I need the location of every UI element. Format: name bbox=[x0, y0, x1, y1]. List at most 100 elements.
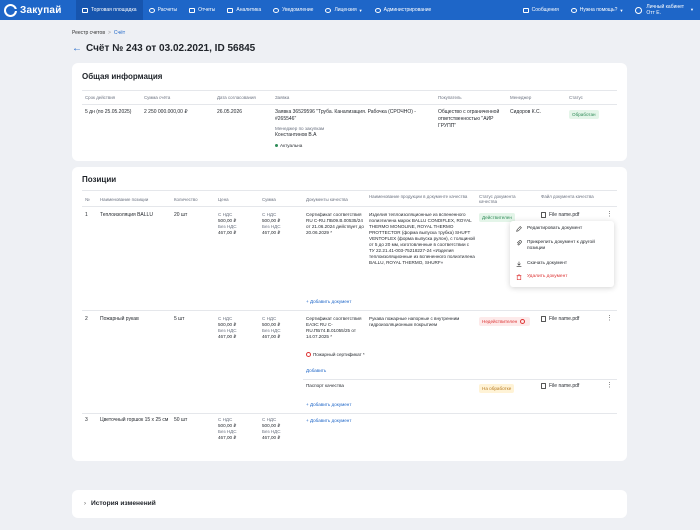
nav-item-marketplace[interactable]: Торговая площадка bbox=[76, 0, 143, 20]
term-value: 5 дн (по 25.05.2025) bbox=[85, 109, 132, 115]
menu-item-download[interactable]: Скачать документ bbox=[516, 261, 610, 267]
page-title: Счёт № 243 от 03.02.2021, ID 56845 bbox=[86, 43, 256, 54]
chevron-down-icon: ▼ bbox=[690, 7, 694, 12]
history-toggle[interactable]: › История изменений bbox=[84, 500, 156, 507]
menu-label: Редактировать документ bbox=[527, 226, 583, 231]
file-name: File name.pdf bbox=[549, 383, 580, 389]
reports-icon bbox=[189, 7, 196, 13]
breadcrumb-current[interactable]: Счёт bbox=[114, 30, 125, 36]
nav-item-license[interactable]: Лицензия ▼ bbox=[319, 0, 368, 20]
doc-status-badge: Действителен bbox=[479, 213, 515, 222]
nav-label: Торговая площадка bbox=[91, 7, 137, 13]
header-file: Файл документа качества bbox=[541, 194, 594, 199]
breadcrumb-root[interactable]: Реестр счетов bbox=[72, 30, 105, 36]
header-status: Статус bbox=[569, 95, 583, 100]
menu-item-delete[interactable]: Удалить документ bbox=[516, 274, 610, 280]
divider bbox=[82, 190, 617, 191]
row-name: Пожарный рукав bbox=[100, 316, 139, 322]
manager-value: Сидоров К.С. bbox=[510, 109, 542, 115]
positions-title: Позиции bbox=[82, 175, 117, 184]
file-link[interactable]: File name.pdf bbox=[541, 383, 579, 389]
more-icon[interactable]: ⋮ bbox=[606, 382, 613, 389]
nav-label: Уведомление bbox=[282, 7, 314, 13]
nav-item-admin[interactable]: Администрирование bbox=[369, 0, 438, 20]
row-doc: Сертификат соответствия RU С-RU.ПБ09.В.0… bbox=[306, 212, 364, 235]
doc-status-label: Недействителен bbox=[482, 319, 518, 324]
nav-label: Расчеты bbox=[157, 7, 178, 13]
file-link[interactable]: File name.pdf bbox=[541, 316, 579, 322]
nav-item-analytics[interactable]: Аналитика bbox=[221, 0, 267, 20]
file-icon bbox=[541, 316, 546, 322]
general-info-card: Общая информация Срок действия Сумма счё… bbox=[72, 63, 627, 161]
user-icon bbox=[635, 6, 643, 14]
nav-label: Отчеты bbox=[198, 7, 216, 13]
row-sum: С НДС 500,00 ₽ Без НДС 467,00 ₽ bbox=[262, 316, 302, 340]
help-link[interactable]: Нужна помощь? ▼ bbox=[565, 0, 630, 20]
general-info-title: Общая информация bbox=[82, 72, 163, 81]
add-doc-label: Добавить документ bbox=[309, 299, 352, 304]
license-icon bbox=[325, 7, 332, 13]
menu-item-attach[interactable]: Прикрепить документ к другой позиции bbox=[516, 240, 610, 252]
account-menu[interactable]: Личный кабинет Отт Е. ▼ bbox=[629, 4, 700, 16]
nav-item-reports[interactable]: Отчеты bbox=[183, 0, 221, 20]
header-num: № bbox=[85, 197, 90, 202]
logo[interactable]: Закупай bbox=[0, 0, 76, 20]
add-doc-label: Добавить документ bbox=[309, 418, 352, 423]
add-doc-link[interactable]: + Добавить документ bbox=[306, 418, 351, 424]
admin-icon bbox=[374, 7, 381, 13]
add-doc-link[interactable]: + Добавить документ bbox=[306, 402, 351, 408]
missing-doc: Пожарный сертификат * bbox=[306, 352, 366, 358]
nav-item-payments[interactable]: Расчеты bbox=[143, 0, 184, 20]
paperclip-icon bbox=[516, 240, 522, 246]
status-badge: Обработан bbox=[569, 110, 599, 119]
divider bbox=[82, 310, 617, 311]
file-name: File name.pdf bbox=[549, 212, 580, 218]
approval-date-value: 26.05.2026 bbox=[217, 109, 243, 115]
row-price: С НДС 500,00 ₽ Без НДС 467,00 ₽ bbox=[218, 316, 258, 340]
back-arrow-icon[interactable]: ← bbox=[72, 43, 82, 54]
header-request: Заявка bbox=[275, 95, 290, 100]
positions-card: Позиции № Наименование позиции Количеств… bbox=[72, 167, 627, 461]
messages-label: Сообщения bbox=[531, 7, 559, 13]
logo-icon bbox=[4, 3, 18, 17]
menu-item-edit[interactable]: Редактировать документ bbox=[516, 226, 610, 232]
header-term: Срок действия bbox=[85, 95, 116, 100]
messages-link[interactable]: Сообщения bbox=[517, 0, 565, 20]
account-text: Личный кабинет Отт Е. bbox=[646, 4, 684, 16]
row-price: С НДС 500,00 ₽ Без НДС 467,00 ₽ bbox=[218, 212, 258, 236]
more-icon[interactable]: ⋮ bbox=[606, 315, 613, 322]
request-state: Актуальна bbox=[275, 143, 302, 149]
nav-label: Аналитика bbox=[236, 7, 262, 13]
nav-label: Лицензия bbox=[334, 7, 357, 13]
doc-status-badge: Недействителен bbox=[479, 317, 530, 327]
warning-icon bbox=[519, 319, 525, 325]
header-price: Цена bbox=[218, 197, 229, 202]
divider bbox=[82, 413, 617, 414]
add-missing-doc-link[interactable]: Добавить bbox=[306, 368, 326, 374]
row-name: Теплоизоляция BALLU bbox=[100, 212, 153, 218]
divider bbox=[82, 206, 617, 207]
nav-label: Администрирование bbox=[383, 7, 432, 13]
calc-icon bbox=[148, 7, 155, 13]
file-icon bbox=[541, 383, 546, 389]
row-price: С НДС 500,00 ₽ Без НДС 467,00 ₽ bbox=[218, 417, 258, 441]
divider bbox=[82, 104, 617, 105]
row-num: 3 bbox=[85, 417, 88, 423]
mail-icon bbox=[522, 7, 529, 13]
row-name: Цветочный горшок 15 х 25 см bbox=[100, 417, 169, 423]
nav-item-notifications[interactable]: Уведомление bbox=[267, 0, 319, 20]
header-sum: Сумма счёта bbox=[144, 95, 171, 100]
menu-label: Скачать документ bbox=[527, 261, 568, 266]
add-doc-link[interactable]: + Добавить документ bbox=[306, 299, 351, 305]
menu-label: Прикрепить документ к другой позиции bbox=[527, 240, 595, 251]
header-qty: Количество bbox=[174, 197, 198, 202]
sum-value: 2 250 000.000,00 ₽ bbox=[144, 109, 188, 115]
more-icon[interactable]: ⋮ bbox=[606, 211, 613, 218]
row-num: 1 bbox=[85, 212, 88, 218]
file-link[interactable]: File name.pdf bbox=[541, 212, 579, 218]
trash-icon bbox=[516, 274, 522, 280]
request-link[interactable]: Заявка 36529596 "Труба. Канализация. Раб… bbox=[275, 109, 425, 123]
row-product: Изделия теплоизоляционные из вспененного… bbox=[369, 212, 475, 265]
row-qty: 5 шт bbox=[174, 316, 185, 322]
row-doc2: Паспорт качества bbox=[306, 383, 344, 388]
